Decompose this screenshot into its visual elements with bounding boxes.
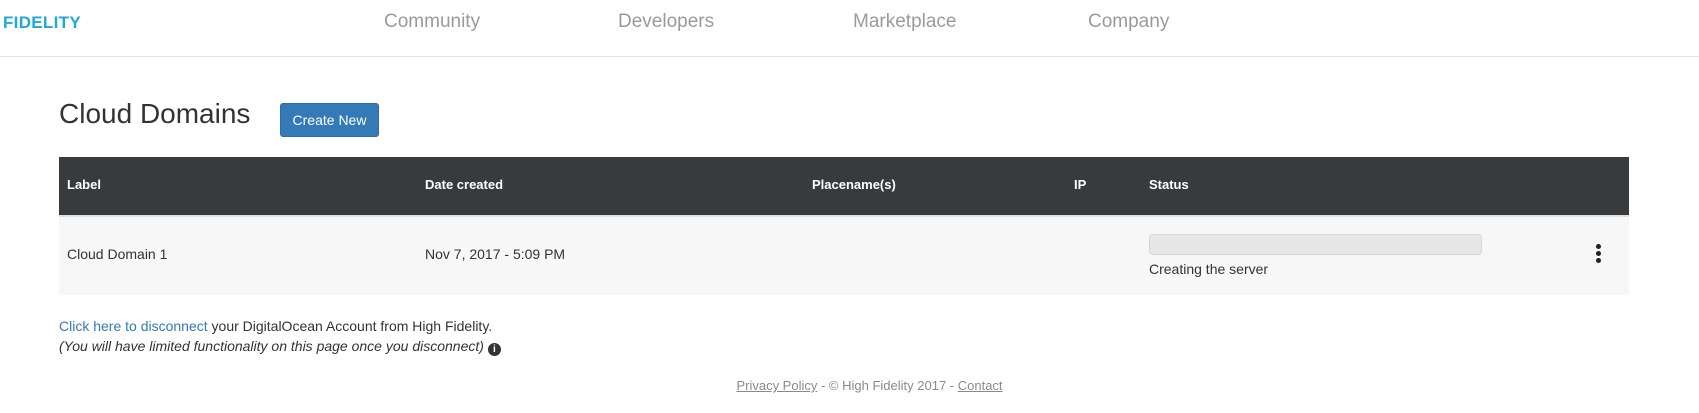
column-header-date-created: Date created (425, 177, 504, 192)
date-created-cell: Nov 7, 2017 - 5:09 PM (425, 246, 566, 262)
nav-company[interactable]: Company (1088, 11, 1169, 33)
brand-logo[interactable]: FIDELITY (3, 13, 81, 33)
cloud-domains-table: Label Date created Placename(s) IP Statu… (59, 157, 1629, 295)
footer: Privacy Policy - © High Fidelity 2017 - … (0, 378, 1699, 393)
nav-developers[interactable]: Developers (618, 11, 714, 33)
nav-marketplace[interactable]: Marketplace (853, 11, 957, 33)
disconnect-message: Click here to disconnect your DigitalOce… (59, 318, 492, 334)
disconnect-message-text: your DigitalOcean Account from High Fide… (207, 318, 493, 334)
table-header: Label Date created Placename(s) IP Statu… (59, 157, 1629, 215)
footer-copyright: - © High Fidelity 2017 - (817, 378, 958, 393)
privacy-policy-link[interactable]: Privacy Policy (736, 378, 817, 393)
limited-functionality-text: (You will have limited functionality on … (59, 338, 484, 354)
info-circle-icon[interactable]: i (487, 343, 501, 356)
domain-label-cell: Cloud Domain 1 (67, 246, 168, 262)
column-header-ip: IP (1074, 177, 1087, 192)
column-header-status: Status (1149, 177, 1189, 192)
column-header-label: Label (67, 177, 101, 192)
nav-community[interactable]: Community (384, 11, 480, 33)
column-header-placenames: Placename(s) (812, 177, 896, 192)
kebab-menu-icon[interactable] (1592, 244, 1604, 268)
status-text: Creating the server (1149, 261, 1269, 277)
table-row: Cloud Domain 1 Nov 7, 2017 - 5:09 PM Cre… (59, 215, 1629, 295)
limited-functionality-note: (You will have limited functionality on … (59, 338, 501, 356)
status-progress-bar (1149, 234, 1482, 255)
disconnect-link[interactable]: Click here to disconnect (59, 318, 208, 334)
contact-link[interactable]: Contact (958, 378, 1003, 393)
page-title: Cloud Domains (59, 98, 251, 129)
top-navigation-bar: FIDELITY Community Developers Marketplac… (0, 0, 1699, 57)
create-new-button[interactable]: Create New (280, 103, 379, 137)
